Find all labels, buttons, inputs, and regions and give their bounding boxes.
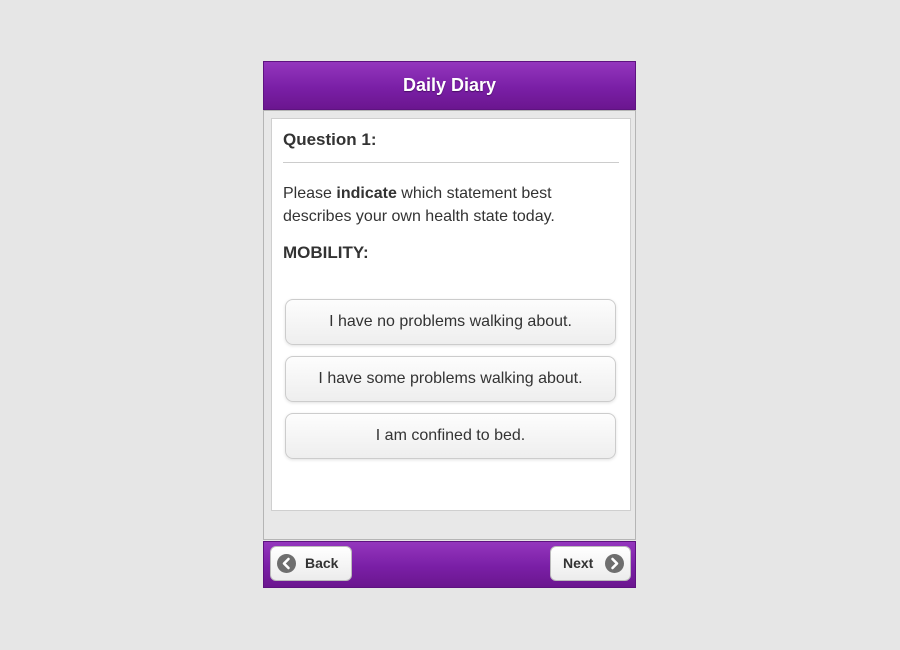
arrow-right-circle-icon [605,554,624,573]
question-card: Question 1: Please indicate which statem… [271,118,631,511]
diary-app: Daily Diary Question 1: Please indicate … [263,61,636,588]
footer-bar: Back Next [263,541,636,588]
question-prompt: Please indicate which statement best des… [283,182,613,228]
back-button[interactable]: Back [270,546,352,581]
option-label: I am confined to bed. [375,427,526,444]
content-area: Question 1: Please indicate which statem… [263,110,636,540]
category-label: MOBILITY: [283,243,369,262]
option-some-problems-button[interactable]: I have some problems walking about. [285,356,616,402]
arrow-left-circle-icon [277,554,296,573]
option-label: I have some problems walking about. [318,370,583,387]
option-no-problems-button[interactable]: I have no problems walking about. [285,299,616,345]
prompt-emphasis: indicate [336,185,397,202]
prompt-prefix: Please [283,185,337,202]
question-title: Question 1: [283,130,377,149]
divider [283,162,619,163]
option-confined-to-bed-button[interactable]: I am confined to bed. [285,413,616,459]
page-title: Daily Diary [402,75,497,95]
next-button[interactable]: Next [550,546,631,581]
next-label: Next [563,555,594,571]
option-label: I have no problems walking about. [329,313,572,330]
header-bar: Daily Diary [263,61,636,110]
back-label: Back [305,555,339,571]
